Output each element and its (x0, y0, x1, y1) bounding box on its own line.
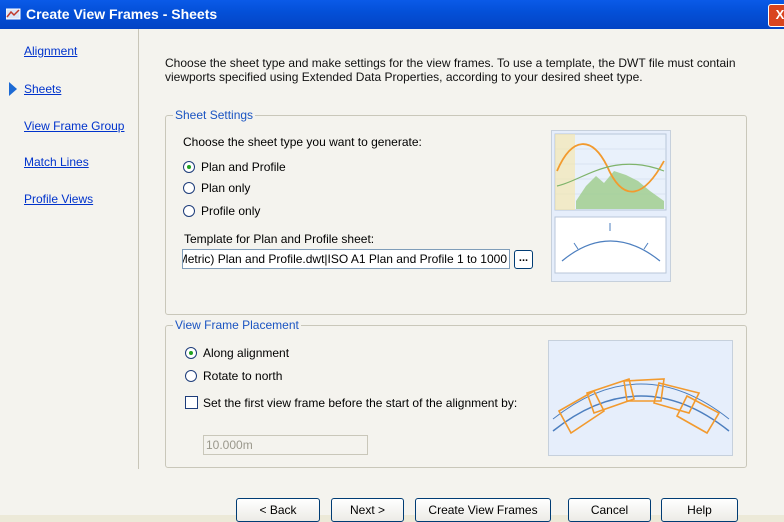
title-bar: Create View Frames - Sheets X (0, 0, 784, 29)
sidebar-item-alignment[interactable]: Alignment (24, 44, 77, 58)
cancel-button[interactable]: Cancel (568, 498, 651, 522)
current-page-arrow-icon (9, 82, 17, 96)
template-label: Template for Plan and Profile sheet: (184, 232, 375, 246)
radio-plan-and-profile[interactable] (183, 161, 195, 173)
view-frame-placement-preview-icon (548, 340, 733, 456)
close-button[interactable]: X (768, 4, 784, 27)
window-title: Create View Frames - Sheets (26, 6, 218, 22)
radio-plan-only-label[interactable]: Plan only (201, 181, 250, 195)
sidebar-item-profile-views[interactable]: Profile Views (24, 192, 93, 206)
sidebar-item-sheets[interactable]: Sheets (24, 82, 61, 96)
back-button[interactable]: < Back (236, 498, 320, 522)
radio-along-alignment[interactable] (185, 347, 197, 359)
sidebar-item-view-frame-group[interactable]: View Frame Group (24, 119, 124, 133)
view-frame-placement-legend: View Frame Placement (175, 318, 299, 332)
help-button[interactable]: Help (661, 498, 738, 522)
wizard-sidebar: Alignment Sheets View Frame Group Match … (0, 29, 139, 469)
dialog-client-area: Alignment Sheets View Frame Group Match … (0, 29, 784, 522)
sidebar-item-match-lines[interactable]: Match Lines (24, 155, 89, 169)
radio-profile-only-label[interactable]: Profile only (201, 204, 260, 218)
template-path-input[interactable]: Civil 3D (Metric) Plan and Profile.dwt|I… (182, 249, 510, 269)
intro-text: Choose the sheet type and make settings … (165, 56, 736, 84)
radio-profile-only[interactable] (183, 205, 195, 217)
create-view-frames-button[interactable]: Create View Frames (415, 498, 551, 522)
first-frame-offset-checkbox[interactable] (185, 396, 198, 409)
next-button[interactable]: Next > (331, 498, 404, 522)
radio-rotate-to-north[interactable] (185, 370, 197, 382)
template-path-value: Civil 3D (Metric) Plan and Profile.dwt|I… (183, 252, 507, 266)
radio-along-alignment-label[interactable]: Along alignment (203, 346, 289, 360)
plan-profile-preview-icon (551, 130, 671, 282)
browse-template-button[interactable]: ... (514, 250, 533, 269)
sheet-settings-legend: Sheet Settings (175, 108, 254, 122)
radio-plan-only[interactable] (183, 182, 195, 194)
radio-plan-and-profile-label[interactable]: Plan and Profile (201, 160, 286, 174)
first-frame-offset-label[interactable]: Set the first view frame before the star… (203, 396, 517, 410)
app-icon (6, 8, 21, 20)
radio-rotate-to-north-label[interactable]: Rotate to north (203, 369, 282, 383)
first-frame-offset-input[interactable]: 10.000m (203, 435, 368, 455)
sheet-type-prompt: Choose the sheet type you want to genera… (183, 135, 422, 149)
